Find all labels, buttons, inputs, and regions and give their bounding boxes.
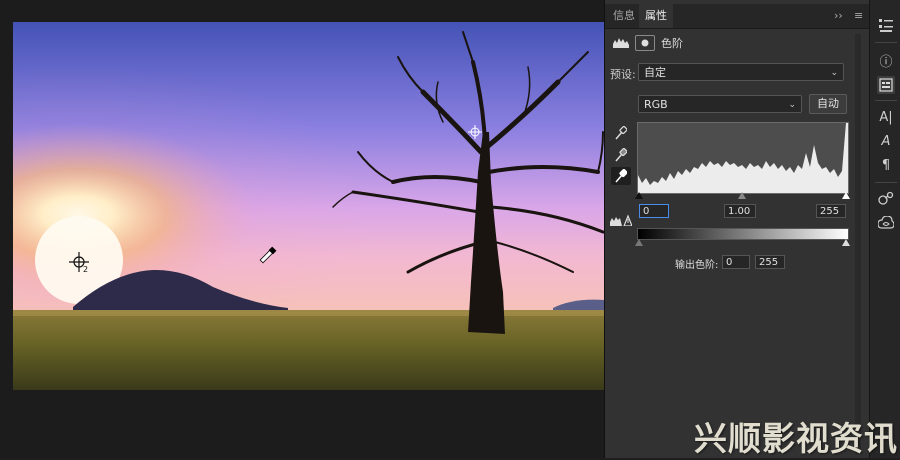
levels-adjustment-icon (613, 36, 629, 51)
input-black-slider[interactable] (635, 192, 643, 199)
panel-tab-bar: 信息 属性 ›› ≡ (605, 4, 870, 29)
share-icon[interactable] (877, 190, 895, 208)
adjust-list-icon[interactable] (877, 16, 895, 34)
tab-info[interactable]: 信息 (607, 4, 641, 28)
chevron-down-icon: ⌄ (830, 68, 838, 78)
output-white-slider[interactable] (842, 239, 850, 246)
watermark-text: 兴顺影视资讯网 (694, 419, 900, 458)
gray-point-eyedropper-icon[interactable] (611, 146, 631, 164)
rail-divider (875, 100, 897, 101)
cc-libraries-icon[interactable] (877, 214, 895, 232)
output-white-field[interactable]: 255 (755, 255, 785, 269)
levels-histogram (637, 122, 849, 194)
chevron-down-icon: ⌄ (788, 100, 796, 110)
collapse-panel-icon[interactable]: ›› (834, 4, 843, 28)
tab-properties[interactable]: 属性 (639, 4, 673, 28)
histogram-graph (638, 123, 848, 193)
channel-value: RGB (644, 98, 668, 111)
paragraph-icon[interactable]: ¶ (877, 156, 895, 174)
preset-select[interactable]: 自定 ⌄ (638, 63, 844, 81)
input-white-slider[interactable] (842, 192, 850, 199)
input-black-field[interactable]: 0 (639, 204, 669, 218)
panel-menu-icon[interactable]: ≡ (854, 4, 863, 28)
sampler-number-label: 2 (83, 265, 88, 274)
output-levels-gradient (637, 228, 849, 240)
input-gamma-field[interactable]: 1.00 (724, 204, 756, 218)
preset-label: 预设: (610, 68, 636, 81)
channel-select[interactable]: RGB ⌄ (638, 95, 802, 113)
panel-header: 色阶 (613, 34, 683, 52)
output-levels-label: 输出色阶: (675, 260, 719, 271)
rail-divider (875, 182, 897, 183)
character-icon[interactable]: A| (877, 108, 895, 126)
panel-scrollbar[interactable] (855, 34, 861, 454)
clipping-warning-icon[interactable] (610, 211, 633, 230)
black-point-eyedropper-icon[interactable] (611, 124, 631, 142)
photo-image[interactable]: 2 (13, 22, 604, 390)
output-black-field[interactable]: 0 (722, 255, 750, 269)
document-canvas[interactable]: 2 (0, 0, 604, 458)
output-black-slider[interactable] (635, 239, 643, 246)
auto-button[interactable]: 自动 (809, 94, 847, 114)
panel-icon-rail: ⓘ A| A ¶ (869, 0, 900, 458)
white-point-eyedropper-icon[interactable] (611, 167, 631, 185)
panel-title: 色阶 (661, 37, 683, 50)
glyph-icon[interactable]: A (877, 132, 895, 150)
input-white-field[interactable]: 255 (816, 204, 846, 218)
preset-value: 自定 (644, 66, 666, 79)
properties-icon[interactable] (877, 76, 895, 94)
layer-mask-icon[interactable] (635, 35, 655, 51)
rail-divider (875, 42, 897, 43)
info-icon[interactable]: ⓘ (877, 51, 895, 70)
input-gamma-slider[interactable] (738, 192, 746, 199)
